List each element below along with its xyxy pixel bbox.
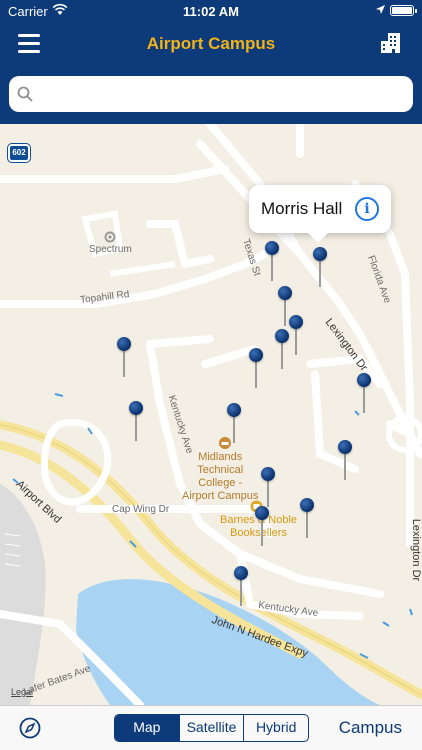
legal-link[interactable]: Legal: [11, 687, 33, 697]
building-pin[interactable]: [129, 401, 143, 443]
info-icon[interactable]: i: [355, 197, 379, 221]
compass-icon[interactable]: [19, 717, 41, 739]
building-pin[interactable]: [265, 241, 279, 283]
page-title: Airport Campus: [146, 34, 276, 53]
segment-satellite[interactable]: Satellite: [180, 715, 245, 741]
building-pin[interactable]: [255, 506, 269, 548]
location-arrow-icon: [376, 5, 385, 14]
building-pin-morris-hall[interactable]: [313, 247, 327, 289]
segment-map[interactable]: Map: [115, 715, 180, 741]
map-type-segmented-control: Map Satellite Hybrid: [114, 714, 309, 742]
building-pin[interactable]: [289, 315, 303, 357]
route-shield: 602: [8, 144, 30, 162]
search-icon: [17, 86, 33, 102]
poi-dot-icon: [104, 231, 116, 243]
buildings-icon[interactable]: [380, 32, 402, 54]
segment-hybrid[interactable]: Hybrid: [244, 715, 308, 741]
campus-map[interactable]: 602 Spectrum Topahill Rd Texas St Florid…: [0, 124, 422, 705]
building-pin[interactable]: [234, 566, 248, 608]
building-pin[interactable]: [227, 403, 241, 445]
bottom-toolbar: Map Satellite Hybrid Campus: [0, 705, 422, 750]
nav-bar: Airport Campus: [0, 24, 422, 68]
building-pin[interactable]: [261, 467, 275, 509]
building-pin[interactable]: [249, 348, 263, 390]
status-bar: Carrier 11:02 AM: [0, 0, 422, 24]
building-pin[interactable]: [357, 373, 371, 415]
label-spectrum: Spectrum: [89, 244, 132, 255]
building-pin[interactable]: [275, 329, 289, 371]
campus-button[interactable]: Campus: [339, 718, 402, 738]
search-bar: [9, 76, 413, 112]
poi-midlands-college[interactable]: Midlands Technical College - Airport Cam…: [182, 451, 258, 503]
top-bar: Carrier 11:02 AM Airport Campus: [0, 0, 422, 124]
label-lexington-dr-2: Lexington Dr: [410, 518, 422, 582]
app-screen: Carrier 11:02 AM Airport Campus 602 Spec…: [0, 0, 422, 750]
building-pin[interactable]: [338, 440, 352, 482]
search-input[interactable]: [39, 82, 399, 106]
building-pin[interactable]: [300, 498, 314, 540]
building-callout[interactable]: Morris Hall i: [249, 185, 391, 243]
callout-building-name: Morris Hall: [261, 199, 343, 218]
status-time: 11:02 AM: [183, 4, 239, 19]
building-pin[interactable]: [117, 337, 131, 379]
label-cap-wing-dr: Cap Wing Dr: [112, 504, 170, 515]
battery-icon: [390, 5, 417, 16]
